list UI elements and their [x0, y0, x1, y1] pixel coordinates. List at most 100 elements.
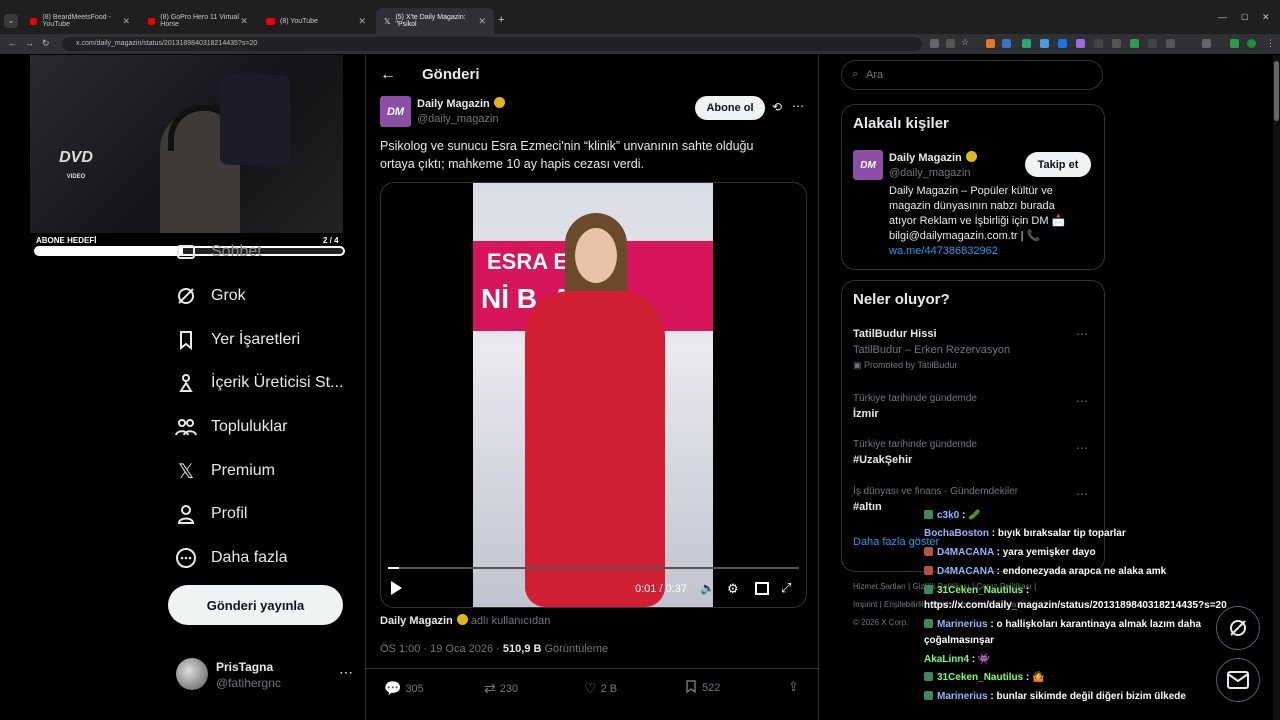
footer-terms-link[interactable]: Hizmet Şartları — [853, 582, 906, 591]
sub-goal-label: ABONE HEDEFİ — [36, 236, 97, 245]
extensions-menu-icon[interactable] — [1202, 39, 1211, 48]
close-window-button[interactable]: ✕ — [1262, 12, 1270, 23]
extension-icon[interactable] — [1166, 39, 1175, 48]
close-tab-icon[interactable]: ✕ — [478, 16, 486, 27]
forward-icon[interactable]: → — [25, 38, 34, 48]
extension-icon[interactable] — [1022, 39, 1031, 48]
author-avatar[interactable]: DM — [380, 96, 411, 127]
volume-icon[interactable]: 🔈 — [700, 581, 715, 595]
chat-text: 🤷 — [1032, 672, 1045, 683]
sidebar-item-creator-studio[interactable]: İçerik Üreticisi St... — [175, 368, 343, 398]
url-field[interactable]: x.com/daily_magazin/status/2013189840318… — [62, 37, 922, 51]
account-more-icon[interactable]: ⋯ — [339, 664, 353, 681]
trend-context: Türkiye tarihinde gündemde — [853, 393, 977, 404]
extension-icon[interactable] — [1040, 39, 1049, 48]
new-tab-button[interactable]: + — [498, 14, 504, 26]
extension-icon[interactable] — [1130, 39, 1139, 48]
reload-icon[interactable]: ↻ — [42, 38, 50, 49]
messages-floating-button[interactable] — [1216, 658, 1260, 702]
extension-icon[interactable] — [1002, 39, 1011, 48]
grok-explain-icon[interactable]: ⟲ — [772, 100, 782, 114]
trend-item[interactable]: Türkiye tarihinde gündemde İzmir — [853, 393, 977, 420]
video-progress-track[interactable] — [388, 567, 799, 569]
tab-search-button[interactable]: ⌄ — [4, 14, 18, 28]
footer-accessibility-link[interactable]: Erişilebilirlik — [884, 600, 926, 609]
browser-tab[interactable]: (8) GoPro Hero 11 Virtual Horse ✕ — [140, 8, 256, 34]
sidebar-item-premium[interactable]: 𝕏 Premium — [175, 456, 275, 486]
views-label: Görüntüleme — [544, 643, 609, 655]
post-more-icon[interactable]: ⋯ — [792, 99, 804, 113]
chat-badge-icon — [924, 547, 933, 556]
sidebar-item-communities[interactable]: Topluluklar — [175, 412, 287, 442]
sidebar-item-chat[interactable]: Sohbet — [175, 237, 262, 267]
profile-avatar-icon[interactable] — [1247, 39, 1256, 48]
post-button[interactable]: Gönderi yayınla — [168, 585, 343, 625]
trend-item[interactable]: İş dünyası ve finans · Gündemdekiler #al… — [853, 486, 1018, 513]
maximize-button[interactable]: ▢ — [1241, 12, 1249, 21]
sidebar-item-bookmarks[interactable]: Yer İşaretleri — [175, 325, 300, 355]
extension-icon[interactable] — [1076, 39, 1085, 48]
trend-context: İş dünyası ve finans · Gündemdekiler — [853, 486, 1019, 497]
share-icon[interactable]: ⇪ — [788, 679, 799, 695]
picture-in-picture-icon[interactable] — [755, 582, 769, 595]
like-button[interactable]: ♡ 2 B — [584, 680, 617, 697]
extension-icon[interactable] — [1094, 39, 1103, 48]
cast-icon[interactable] — [930, 39, 939, 48]
trend-more-icon[interactable]: ⋯ — [1076, 487, 1089, 501]
star-icon[interactable]: ☆ — [961, 37, 969, 48]
page-scrollbar[interactable] — [1273, 55, 1280, 720]
related-name: Daily Magazin — [889, 152, 962, 164]
chat-text: 🥒 — [968, 510, 981, 521]
follow-button[interactable]: Takip et — [1025, 152, 1091, 177]
trend-more-icon[interactable]: ⋯ — [1076, 441, 1089, 455]
reply-button[interactable]: 💬 305 — [384, 680, 424, 697]
play-icon[interactable] — [391, 581, 402, 595]
video-source[interactable]: Daily Magazin adlı kullanıcıdan — [380, 614, 550, 627]
video-player[interactable]: ESRA EZ Nİ B AN 0:01 / 0:37 🔈 ⚙ ⤢ — [380, 182, 807, 608]
repost-button[interactable]: ⇄ 230 — [484, 680, 518, 697]
browser-tab[interactable]: (8) YouTube ✕ — [258, 8, 374, 34]
back-icon[interactable]: ← — [8, 38, 17, 48]
settings-gear-icon[interactable]: ⚙ — [727, 581, 739, 597]
trend-more-icon[interactable]: ⋯ — [1076, 327, 1089, 341]
back-button[interactable]: ← — [380, 66, 396, 84]
fullscreen-icon[interactable]: ⤢ — [781, 580, 791, 596]
account-handle: @fatihergnc — [216, 676, 281, 690]
browser-tab-bar: ⌄ (8) BeardMeetsFood - YouTube ✕ (8) GoPr… — [0, 0, 1280, 34]
search-box[interactable]: ⌕ Ara — [841, 60, 1103, 90]
browser-menu-icon[interactable]: ⋮ — [1266, 38, 1275, 49]
author-name-row[interactable]: Daily Magazin — [417, 97, 505, 110]
bookmark-button[interactable]: 522 — [686, 680, 720, 696]
sidebar-item-grok[interactable]: Grok — [175, 281, 246, 311]
post-timestamp[interactable]: ÖS 1:00 · 19 Oca 2026 · — [380, 643, 503, 655]
lens-icon[interactable] — [946, 39, 955, 48]
related-name-row[interactable]: Daily Magazin — [889, 151, 977, 164]
subscribe-button[interactable]: Abone ol — [695, 96, 765, 120]
grok-floating-button[interactable] — [1216, 606, 1260, 650]
extension-icon[interactable] — [1230, 39, 1239, 48]
close-tab-icon[interactable]: ✕ — [122, 16, 130, 27]
youtube-icon — [266, 17, 275, 25]
sidebar-item-more[interactable]: Daha fazla — [175, 543, 288, 573]
scrollbar-thumb[interactable] — [1274, 61, 1279, 121]
extension-icon[interactable] — [1058, 39, 1067, 48]
close-tab-icon[interactable]: ✕ — [358, 16, 366, 27]
sidebar-item-profile[interactable]: Profil — [175, 499, 247, 529]
related-avatar[interactable]: DM — [853, 150, 883, 180]
extension-icon[interactable] — [986, 39, 995, 48]
x-logo-icon: 𝕏 — [384, 16, 391, 26]
trend-item[interactable]: Türkiye tarihinde gündemde #UzakŞehir — [853, 439, 977, 466]
related-link[interactable]: wa.me/447386832962 — [889, 245, 998, 257]
trend-more-icon[interactable]: ⋯ — [1076, 394, 1089, 408]
extension-icon[interactable] — [1148, 39, 1157, 48]
footer-imprint-link[interactable]: Imprint — [853, 600, 877, 609]
extension-icon[interactable] — [1112, 39, 1121, 48]
sidebar-item-label: Sohbet — [211, 243, 262, 260]
account-switcher[interactable]: PrisTagna @fatihergnc ⋯ — [176, 658, 356, 692]
browser-tab[interactable]: (8) BeardMeetsFood - YouTube ✕ — [22, 8, 138, 34]
browser-tab-active[interactable]: 𝕏 (5) X'te Daily Magazin: "Psikol ✕ — [376, 8, 494, 34]
close-tab-icon[interactable]: ✕ — [240, 16, 248, 27]
minimize-button[interactable]: — — [1218, 12, 1227, 22]
trend-item[interactable]: TatilBudur Hissi TatilBudur – Erken Reze… — [853, 328, 1010, 371]
related-bio: Daily Magazin – Popüler kültür ve magazi… — [889, 185, 1066, 242]
